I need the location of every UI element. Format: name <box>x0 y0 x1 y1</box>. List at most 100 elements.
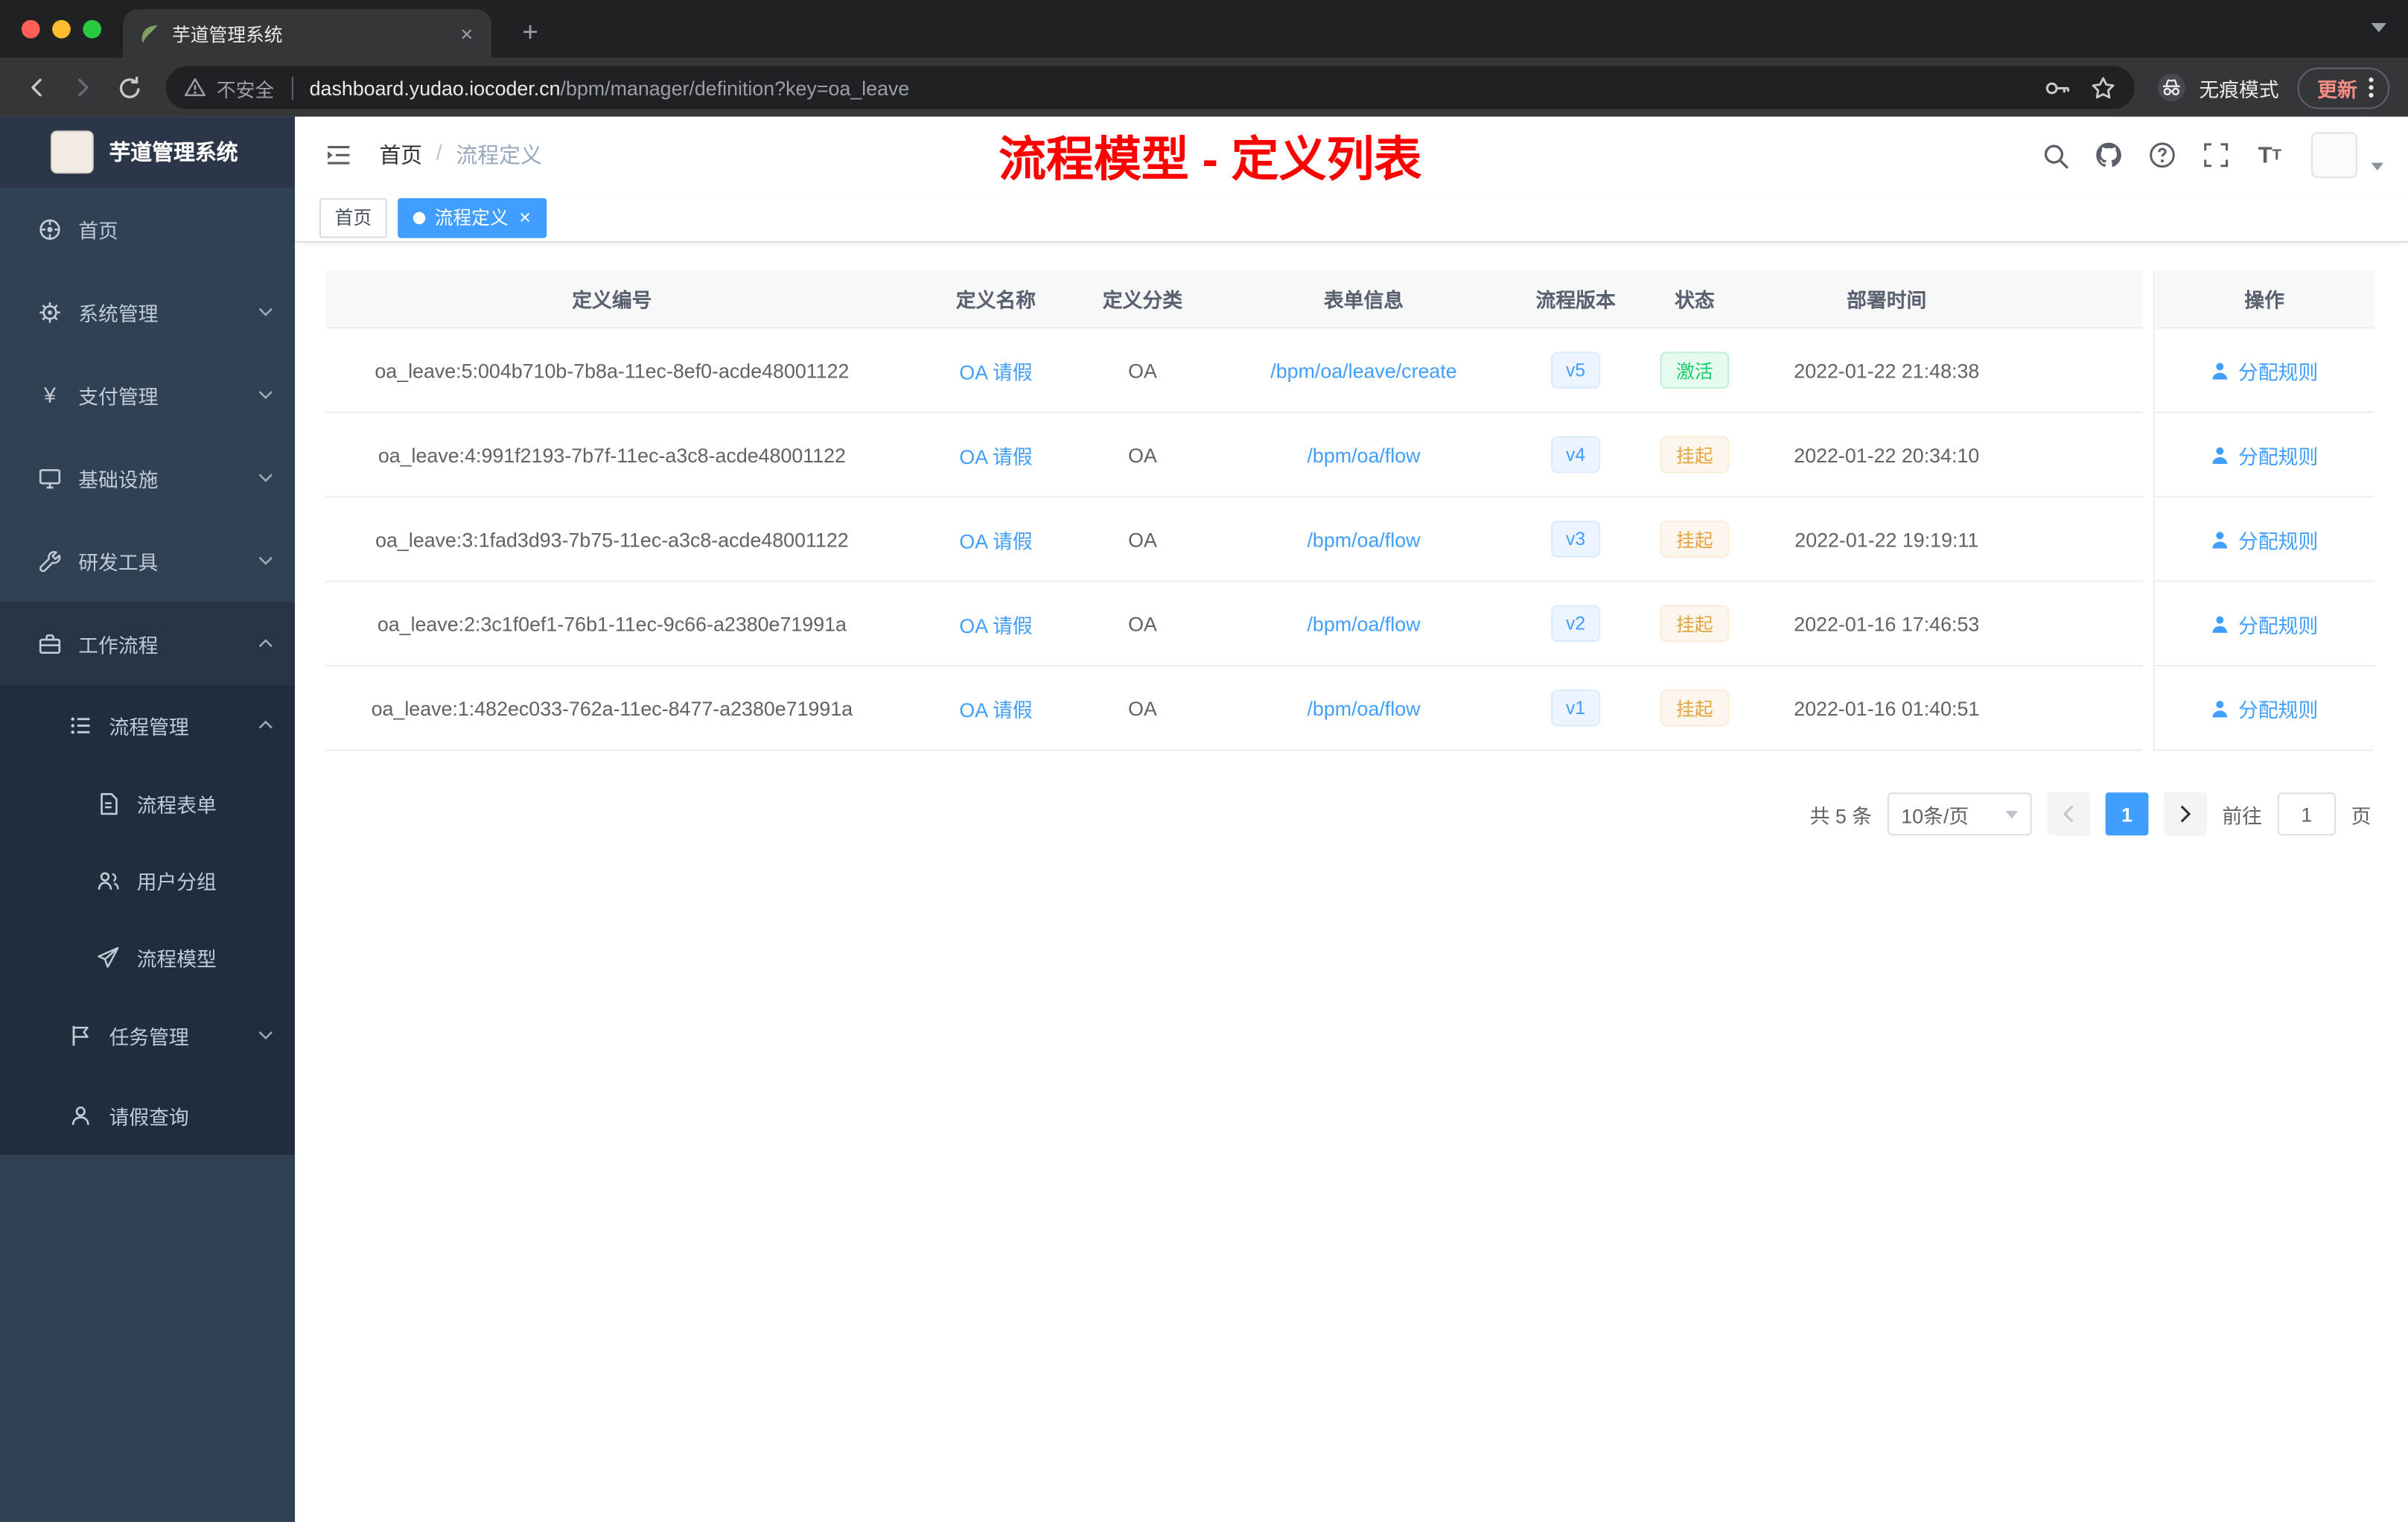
favicon-leaf-icon <box>141 25 158 42</box>
browser-tab[interactable]: 芋道管理系统 × <box>123 9 491 59</box>
assign-rule-link[interactable]: 分配规则 <box>2211 440 2318 469</box>
top-navbar: 首页 / 流程定义 流程模型 - 定义列表 TT <box>295 117 2408 194</box>
tab-search-caret-icon[interactable] <box>2371 22 2387 33</box>
sidebar-item-user-group[interactable]: 用户分组 <box>0 841 295 919</box>
definition-name-link[interactable]: OA 请假 <box>959 524 1032 553</box>
active-dot <box>413 211 426 224</box>
user-icon <box>2213 531 2229 548</box>
form-link[interactable]: /bpm/oa/flow <box>1307 527 1420 550</box>
sidebar-item-label: 首页 <box>78 218 118 242</box>
breadcrumb-home[interactable]: 首页 <box>379 140 422 171</box>
avatar-caret-down-icon[interactable] <box>2371 162 2383 170</box>
url-path: /bpm/manager/definition?key=oa_leave <box>560 76 910 100</box>
user-icon <box>2213 700 2229 717</box>
sidebar-item-process-form[interactable]: 流程表单 <box>0 765 295 842</box>
sidebar-item-label: 用户分组 <box>136 870 217 894</box>
minimize-window-button[interactable] <box>52 19 71 39</box>
definition-name-link[interactable]: OA 请假 <box>959 355 1032 384</box>
cell-category: OA <box>1128 527 1157 551</box>
tab-close-icon[interactable]: × <box>457 22 476 46</box>
bookmark-star-icon[interactable] <box>2090 74 2116 101</box>
prev-page-button[interactable] <box>2047 792 2090 835</box>
chevron-up-icon <box>258 639 274 648</box>
kebab-menu-icon[interactable] <box>2368 75 2374 100</box>
sidebar-item-infrastructure[interactable]: 基础设施 <box>0 436 295 519</box>
cell-deploy-time: 2022-01-22 19:19:11 <box>1794 527 1979 551</box>
app-logo: 芋道管理系统 <box>0 116 295 188</box>
address-bar[interactable]: 不安全 dashboard.yudao.iocoder.cn/bpm/manag… <box>165 66 2135 109</box>
form-link[interactable]: /bpm/oa/flow <box>1307 443 1420 466</box>
form-link[interactable]: /bpm/oa/leave/create <box>1270 359 1456 382</box>
page-number-button[interactable]: 1 <box>2105 792 2149 835</box>
sidebar-item-workflow[interactable]: 工作流程 <box>0 602 295 685</box>
update-chip[interactable]: 更新 <box>2297 66 2390 109</box>
help-icon[interactable] <box>2141 133 2184 176</box>
new-tab-button[interactable]: + <box>513 17 547 49</box>
status-badge: 挂起 <box>1660 520 1729 558</box>
url-domain: dashboard.yudao.iocoder.cn <box>309 76 561 100</box>
table-row: oa_leave:4:991f2193-7b7f-11ec-a3c8-acde4… <box>325 413 2143 498</box>
sidebar-item-dev-tools[interactable]: 研发工具 <box>0 519 295 602</box>
tag-label: 首页 <box>334 207 372 229</box>
tag-close-icon[interactable]: × <box>519 206 531 229</box>
cell-deploy-time: 2022-01-16 17:46:53 <box>1794 611 1980 635</box>
page-unit-label: 页 <box>2351 803 2372 827</box>
sidebar-item-home[interactable]: 首页 <box>0 188 295 270</box>
definition-name-link[interactable]: OA 请假 <box>959 609 1032 638</box>
sidebar-item-task-management[interactable]: 任务管理 <box>0 995 295 1075</box>
sidebar-item-process-model[interactable]: 流程模型 <box>0 918 295 996</box>
goto-page-input[interactable] <box>2277 792 2337 835</box>
sidebar-item-process-management[interactable]: 流程管理 <box>0 684 295 765</box>
tab-title: 芋道管理系统 <box>172 23 283 45</box>
definition-name-link[interactable]: OA 请假 <box>959 693 1032 722</box>
sidebar-item-label: 工作流程 <box>78 633 159 657</box>
form-link[interactable]: /bpm/oa/flow <box>1307 612 1420 635</box>
cell-definition-id: oa_leave:3:1fad3d93-7b75-11ec-a3c8-acde4… <box>375 527 849 551</box>
assign-rule-link[interactable]: 分配规则 <box>2211 524 2318 553</box>
sidebar-item-system[interactable]: 系统管理 <box>0 270 295 353</box>
sidebar-item-leave-query[interactable]: 请假查询 <box>0 1074 295 1155</box>
column-header: 状态 <box>1675 288 1715 312</box>
assign-rule-link[interactable]: 分配规则 <box>2211 355 2318 384</box>
next-page-button[interactable] <box>2163 792 2207 835</box>
search-icon[interactable] <box>2033 133 2077 176</box>
hamburger-icon[interactable] <box>319 137 358 174</box>
sidebar-item-label: 研发工具 <box>78 550 159 574</box>
reload-button[interactable] <box>107 66 150 109</box>
chevron-down-icon <box>258 1031 274 1040</box>
font-size-icon[interactable]: TT <box>2249 133 2292 176</box>
forward-button[interactable] <box>62 66 105 109</box>
tag-process-definition[interactable]: 流程定义 × <box>398 197 547 238</box>
version-badge: v4 <box>1550 436 1601 474</box>
close-window-button[interactable] <box>21 19 40 39</box>
github-icon[interactable] <box>2087 133 2130 176</box>
form-link[interactable]: /bpm/oa/flow <box>1307 696 1420 719</box>
page-size-select[interactable]: 10条/页 <box>1887 792 2032 835</box>
password-key-icon[interactable] <box>2044 74 2070 101</box>
sidebar-item-label: 流程模型 <box>136 946 217 970</box>
back-button[interactable] <box>16 66 59 109</box>
version-badge: v2 <box>1550 605 1601 643</box>
security-label[interactable]: 不安全 <box>217 73 274 102</box>
sidebar-item-payment[interactable]: ¥ 支付管理 <box>0 353 295 436</box>
fullscreen-icon[interactable] <box>2194 133 2237 176</box>
status-badge: 挂起 <box>1660 436 1729 474</box>
cell-deploy-time: 2022-01-22 20:34:10 <box>1794 443 1980 466</box>
incognito-label: 无痕模式 <box>2199 77 2279 101</box>
sidebar: 芋道管理系统 首页 系统管理 ¥ 支付管理 基础设施 研发工具 工作流程 流程管… <box>0 116 295 1522</box>
breadcrumb-separator: / <box>436 139 442 165</box>
logo-image <box>51 130 94 174</box>
zoom-window-button[interactable] <box>83 19 102 39</box>
assign-rule-link[interactable]: 分配规则 <box>2211 693 2318 722</box>
definition-table: 定义编号 定义名称 定义分类 表单信息 流程版本 状态 部署时间 oa_leav… <box>325 270 2374 751</box>
sidebar-item-label: 基础设施 <box>78 468 159 491</box>
cell-definition-id: oa_leave:2:3c1f0ef1-76b1-11ec-9c66-a2380… <box>377 611 847 635</box>
tag-home[interactable]: 首页 <box>319 197 387 238</box>
definition-name-link[interactable]: OA 请假 <box>959 440 1032 469</box>
assign-rule-link[interactable]: 分配规则 <box>2211 609 2318 638</box>
chevron-down-icon <box>258 556 274 565</box>
gear-icon <box>37 300 63 323</box>
avatar[interactable] <box>2311 132 2357 179</box>
chevron-down-icon <box>258 308 274 316</box>
sidebar-item-label: 流程管理 <box>109 715 189 739</box>
